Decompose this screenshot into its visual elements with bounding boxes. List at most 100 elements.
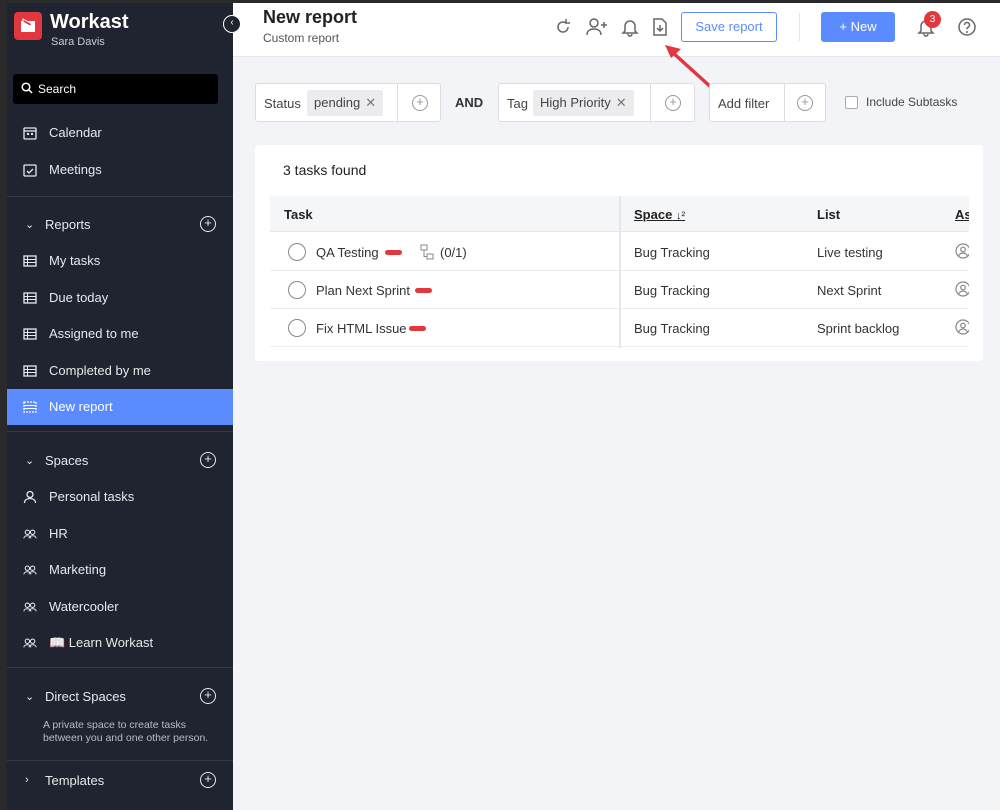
status-chip[interactable]: pending ✕ [307,90,384,116]
complete-task-icon[interactable] [288,243,306,261]
tag-chip[interactable]: High Priority ✕ [533,90,634,116]
complete-task-icon[interactable] [288,319,306,337]
sidebar-item-meetings[interactable]: Meetings [7,152,233,188]
sidebar-item-marketing[interactable]: Marketing [7,552,233,588]
redaction-mark [385,250,402,255]
chevron-down-icon: ⌄ [25,455,35,467]
section-label: Reports [45,217,91,232]
section-direct-spaces[interactable]: ⌄ Direct Spaces + [7,682,233,712]
add-tag-value-icon[interactable]: + [665,95,681,111]
sidebar-divider [7,760,233,761]
plus-icon: + [839,19,847,34]
include-subtasks-checkbox[interactable] [845,96,858,109]
column-header-assignee[interactable]: As [955,207,969,222]
sidebar-item-label: 📖 Learn Workast [49,635,154,650]
task-list: Next Sprint [817,283,882,298]
group-icon [23,529,37,539]
column-resize-handle[interactable] [619,196,621,348]
add-direct-space-icon[interactable]: + [200,688,216,704]
sidebar-item-label: Calendar [49,125,102,140]
assignee-avatar-icon[interactable] [955,281,969,297]
refresh-icon[interactable] [553,17,573,37]
search-icon [21,82,33,94]
add-space-icon[interactable]: + [200,452,216,468]
complete-task-icon[interactable] [288,281,306,299]
status-filter-label: Status [264,96,301,111]
save-report-button[interactable]: Save report [681,12,777,42]
sidebar-item-learn-workast[interactable]: 📖 Learn Workast [7,625,233,661]
collapse-sidebar-icon[interactable]: ‹ [223,15,241,33]
section-label: Spaces [45,453,89,468]
add-filter-icon[interactable]: + [797,95,813,111]
sidebar-divider [7,196,233,197]
add-report-icon[interactable]: + [200,216,216,232]
sidebar: Workast Sara Davis ‹ Search Calendar Mee… [7,3,241,810]
sidebar-item-label: Watercooler [49,599,119,614]
add-user-icon[interactable] [585,17,609,37]
task-space: Bug Tracking [634,321,710,336]
notification-badge: 3 [924,11,941,28]
search-input[interactable]: Search [13,74,218,104]
section-templates[interactable]: › Templates + [7,766,233,796]
export-file-icon[interactable] [650,17,670,37]
add-status-value-icon[interactable]: + [412,95,428,111]
sidebar-item-assigned-to-me[interactable]: Assigned to me [7,316,233,352]
redaction-mark [409,326,426,331]
assignee-avatar-icon[interactable] [955,319,969,335]
meetings-icon [23,164,37,177]
task-name[interactable]: Fix HTML Issue [316,321,407,336]
sidebar-item-watercooler[interactable]: Watercooler [7,589,233,625]
filter-divider [650,84,651,121]
app-window: Workast Sara Davis ‹ Search Calendar Mee… [7,3,1000,810]
section-label: Direct Spaces [45,689,126,704]
topbar: New report Custom report Save report + N… [233,3,1000,57]
section-reports[interactable]: ⌄ Reports + [7,210,233,240]
sidebar-item-calendar[interactable]: Calendar [7,115,233,151]
add-template-icon[interactable]: + [200,772,216,788]
chevron-down-icon: ⌄ [25,691,35,703]
remove-tag-icon[interactable]: ✕ [616,95,627,110]
direct-spaces-description: A private space to create tasks between … [43,719,209,744]
sidebar-item-my-tasks[interactable]: My tasks [7,243,233,279]
section-label: Templates [45,773,105,788]
results-count: 3 tasks found [283,162,367,178]
user-name: Sara Davis [51,36,105,48]
assignee-avatar-icon[interactable] [955,243,969,259]
bell-icon[interactable] [620,17,640,37]
filter-divider [397,84,398,121]
sidebar-item-new-report[interactable]: New report [7,389,233,425]
page-subtitle: Custom report [263,31,340,45]
status-chip-value: pending [314,95,361,110]
sidebar-item-label: Due today [49,290,109,305]
redaction-mark [415,288,432,293]
include-subtasks-label: Include Subtasks [866,95,958,109]
sidebar-item-hr[interactable]: HR [7,516,233,552]
list-icon [23,255,37,267]
help-icon[interactable] [957,17,977,37]
sidebar-item-label: Assigned to me [49,326,139,341]
task-name[interactable]: QA Testing [316,245,379,260]
new-button[interactable]: + New [821,12,895,42]
sidebar-item-label: Completed by me [49,363,151,378]
list-icon [23,328,37,340]
sidebar-item-completed-by-me[interactable]: Completed by me [7,353,233,389]
column-header-space[interactable]: Space ↓² [634,207,685,222]
tag-filter[interactable]: Tag High Priority ✕ + [498,83,695,122]
remove-status-icon[interactable]: ✕ [365,95,376,110]
status-filter[interactable]: Status pending ✕ + [255,83,441,122]
column-header-list[interactable]: List [817,207,840,222]
report-icon [23,401,37,413]
chevron-down-icon: ⌄ [25,219,35,231]
section-spaces[interactable]: ⌄ Spaces + [7,446,233,476]
task-name[interactable]: Plan Next Sprint [316,283,410,298]
sidebar-item-due-today[interactable]: Due today [7,280,233,316]
task-list: Live testing [817,245,883,260]
sidebar-item-personal-tasks[interactable]: Personal tasks [7,479,233,515]
task-list: Sprint backlog [817,321,900,336]
sidebar-item-label: HR [49,526,68,541]
sort-icon: ↓² [675,210,686,222]
column-header-task[interactable]: Task [284,207,313,222]
chevron-right-icon: › [25,774,29,786]
sidebar-divider [7,431,233,432]
add-filter[interactable]: Add filter + [709,83,826,122]
